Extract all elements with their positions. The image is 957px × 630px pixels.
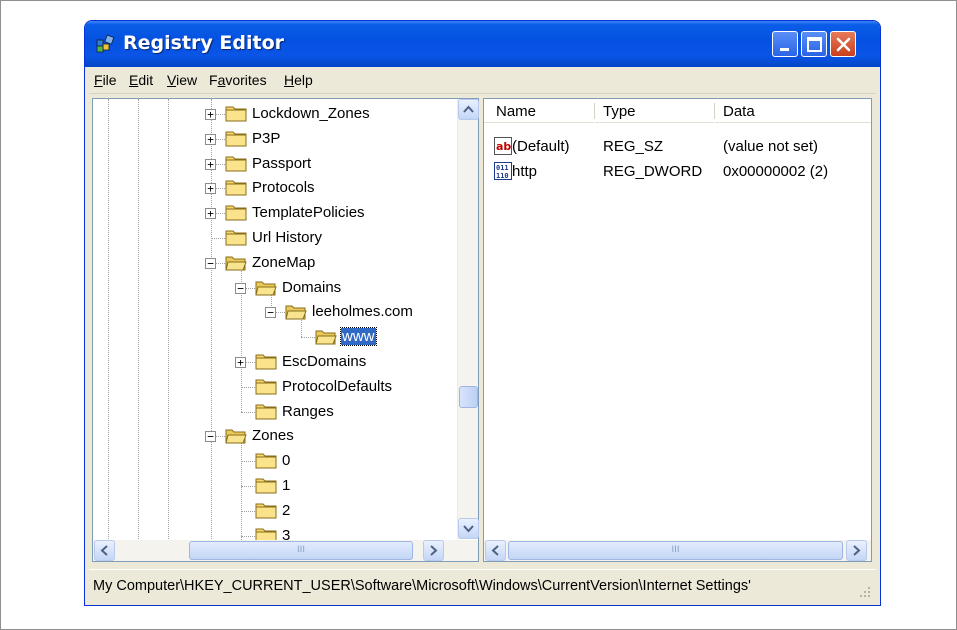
tree-scroll-right-button[interactable] bbox=[423, 540, 444, 561]
values-scroll-left-button[interactable] bbox=[485, 540, 506, 561]
expand-icon[interactable]: + bbox=[205, 158, 216, 170]
string-value-icon: ab bbox=[494, 137, 512, 155]
folder-icon bbox=[225, 205, 247, 221]
menu-bar: File Edit View Favorites Help bbox=[89, 68, 876, 94]
values-pane[interactable]: Name Type Data ab (Default) REG_SZ (valu… bbox=[483, 98, 872, 562]
expand-icon[interactable]: + bbox=[205, 109, 216, 120]
tree-connector bbox=[241, 461, 255, 463]
tree-vertical-scrollbar[interactable] bbox=[457, 99, 479, 539]
tree-guide-line bbox=[168, 99, 169, 539]
tree-vertical-scroll-thumb[interactable] bbox=[459, 386, 478, 408]
tree-node-label: leeholmes.com bbox=[312, 303, 413, 321]
svg-text:ab: ab bbox=[496, 140, 511, 153]
folder-icon bbox=[255, 404, 277, 420]
menu-view[interactable]: View bbox=[167, 72, 197, 88]
collapse-icon[interactable]: − bbox=[205, 257, 216, 269]
resize-grip-icon[interactable] bbox=[858, 585, 872, 599]
folder-icon bbox=[255, 354, 277, 370]
menu-favorites[interactable]: Favorites bbox=[209, 72, 267, 88]
column-header-data[interactable]: Data bbox=[715, 99, 871, 123]
tree-node-label: Passport bbox=[252, 154, 312, 172]
tree-node-label: P3P bbox=[252, 129, 281, 147]
status-key-path: My Computer\HKEY_CURRENT_USER\Software\M… bbox=[93, 578, 751, 594]
folder-icon bbox=[225, 131, 247, 147]
tree-connector bbox=[301, 337, 315, 339]
tree-connector bbox=[241, 386, 255, 388]
collapse-icon[interactable]: − bbox=[265, 307, 276, 319]
tree-node-label: www bbox=[340, 327, 377, 347]
value-row[interactable]: ab (Default) REG_SZ (value not set) bbox=[484, 135, 871, 159]
menu-help[interactable]: Help bbox=[284, 72, 313, 88]
value-row[interactable]: 011 110 http REG_DWORD 0x00000002 (2) bbox=[484, 160, 871, 184]
folder-icon bbox=[225, 230, 247, 246]
window-title: Registry Editor bbox=[123, 32, 284, 54]
open-folder-icon bbox=[315, 330, 337, 345]
tree-guide-line bbox=[138, 99, 139, 539]
minimize-button[interactable] bbox=[772, 31, 798, 57]
folder-icon bbox=[255, 379, 277, 395]
tree-node-label: Domains bbox=[282, 278, 342, 296]
open-folder-icon bbox=[285, 305, 307, 320]
tree-horizontal-scroll-thumb[interactable]: III bbox=[189, 541, 413, 560]
tree-connector bbox=[241, 411, 255, 413]
tree-node-label: Protocols bbox=[252, 179, 315, 197]
collapse-icon[interactable]: − bbox=[205, 431, 216, 443]
title-bar[interactable]: Registry Editor bbox=[85, 21, 880, 67]
menu-edit[interactable]: Edit bbox=[129, 72, 153, 88]
folder-icon bbox=[225, 180, 247, 196]
column-header-type[interactable]: Type bbox=[595, 99, 714, 123]
tree-connector bbox=[211, 238, 225, 239]
tree-connector bbox=[241, 510, 255, 512]
registry-editor-window: Registry Editor File Edit View Favorites… bbox=[84, 20, 881, 606]
expand-icon[interactable]: + bbox=[235, 357, 246, 368]
folder-icon bbox=[255, 453, 277, 469]
menu-file[interactable]: File bbox=[94, 72, 117, 88]
tree-node-label: Ranges bbox=[282, 402, 334, 420]
tree-node-label: TemplatePolicies bbox=[252, 204, 365, 222]
values-horizontal-scroll-thumb[interactable]: III bbox=[508, 541, 843, 560]
tree-scroll-left-button[interactable] bbox=[94, 540, 115, 561]
tree-node-label: Lockdown_Zones bbox=[252, 105, 370, 122]
folder-icon bbox=[255, 478, 277, 494]
expand-icon[interactable]: + bbox=[205, 208, 216, 220]
tree-node-label: ProtocolDefaults bbox=[282, 377, 393, 395]
tree-guide-line bbox=[108, 99, 109, 539]
tree-node-label: EscDomains bbox=[282, 353, 367, 370]
dword-value-icon: 011 110 bbox=[494, 162, 512, 180]
expand-icon[interactable]: + bbox=[205, 183, 216, 195]
expand-icon[interactable]: + bbox=[205, 133, 216, 145]
open-folder-icon bbox=[255, 281, 277, 296]
registry-editor-icon bbox=[95, 34, 117, 54]
status-bar: My Computer\HKEY_CURRENT_USER\Software\M… bbox=[89, 569, 876, 603]
values-scroll-right-button[interactable] bbox=[846, 540, 867, 561]
tree-node-label: 1 bbox=[282, 477, 291, 494]
tree-horizontal-scrollbar[interactable]: III bbox=[93, 540, 478, 561]
svg-text:011: 011 bbox=[496, 164, 509, 172]
svg-text:110: 110 bbox=[496, 172, 509, 180]
open-folder-icon bbox=[225, 429, 247, 444]
folder-icon bbox=[225, 156, 247, 172]
tree-node-label: Zones bbox=[252, 427, 294, 445]
tree-node-label: Url History bbox=[252, 229, 322, 246]
tree-connector bbox=[241, 486, 255, 487]
values-horizontal-scrollbar[interactable]: III bbox=[484, 540, 871, 561]
tree-node-label: ZoneMap bbox=[252, 253, 316, 271]
folder-icon bbox=[255, 503, 277, 519]
folder-icon bbox=[225, 106, 247, 122]
close-button[interactable] bbox=[830, 31, 856, 57]
tree-node-label: 0 bbox=[282, 452, 291, 470]
key-tree-pane[interactable]: Lockdown_Zones + P3P + Passport + Protocols + Te… bbox=[92, 98, 479, 562]
collapse-icon[interactable]: − bbox=[235, 282, 246, 294]
open-folder-icon bbox=[225, 256, 247, 271]
tree-node-label: 2 bbox=[282, 501, 291, 519]
column-header-name[interactable]: Name bbox=[484, 99, 594, 123]
tree-connector bbox=[241, 535, 255, 537]
scroll-down-button[interactable] bbox=[458, 518, 479, 539]
scroll-up-button[interactable] bbox=[458, 99, 479, 120]
maximize-button[interactable] bbox=[801, 31, 827, 57]
